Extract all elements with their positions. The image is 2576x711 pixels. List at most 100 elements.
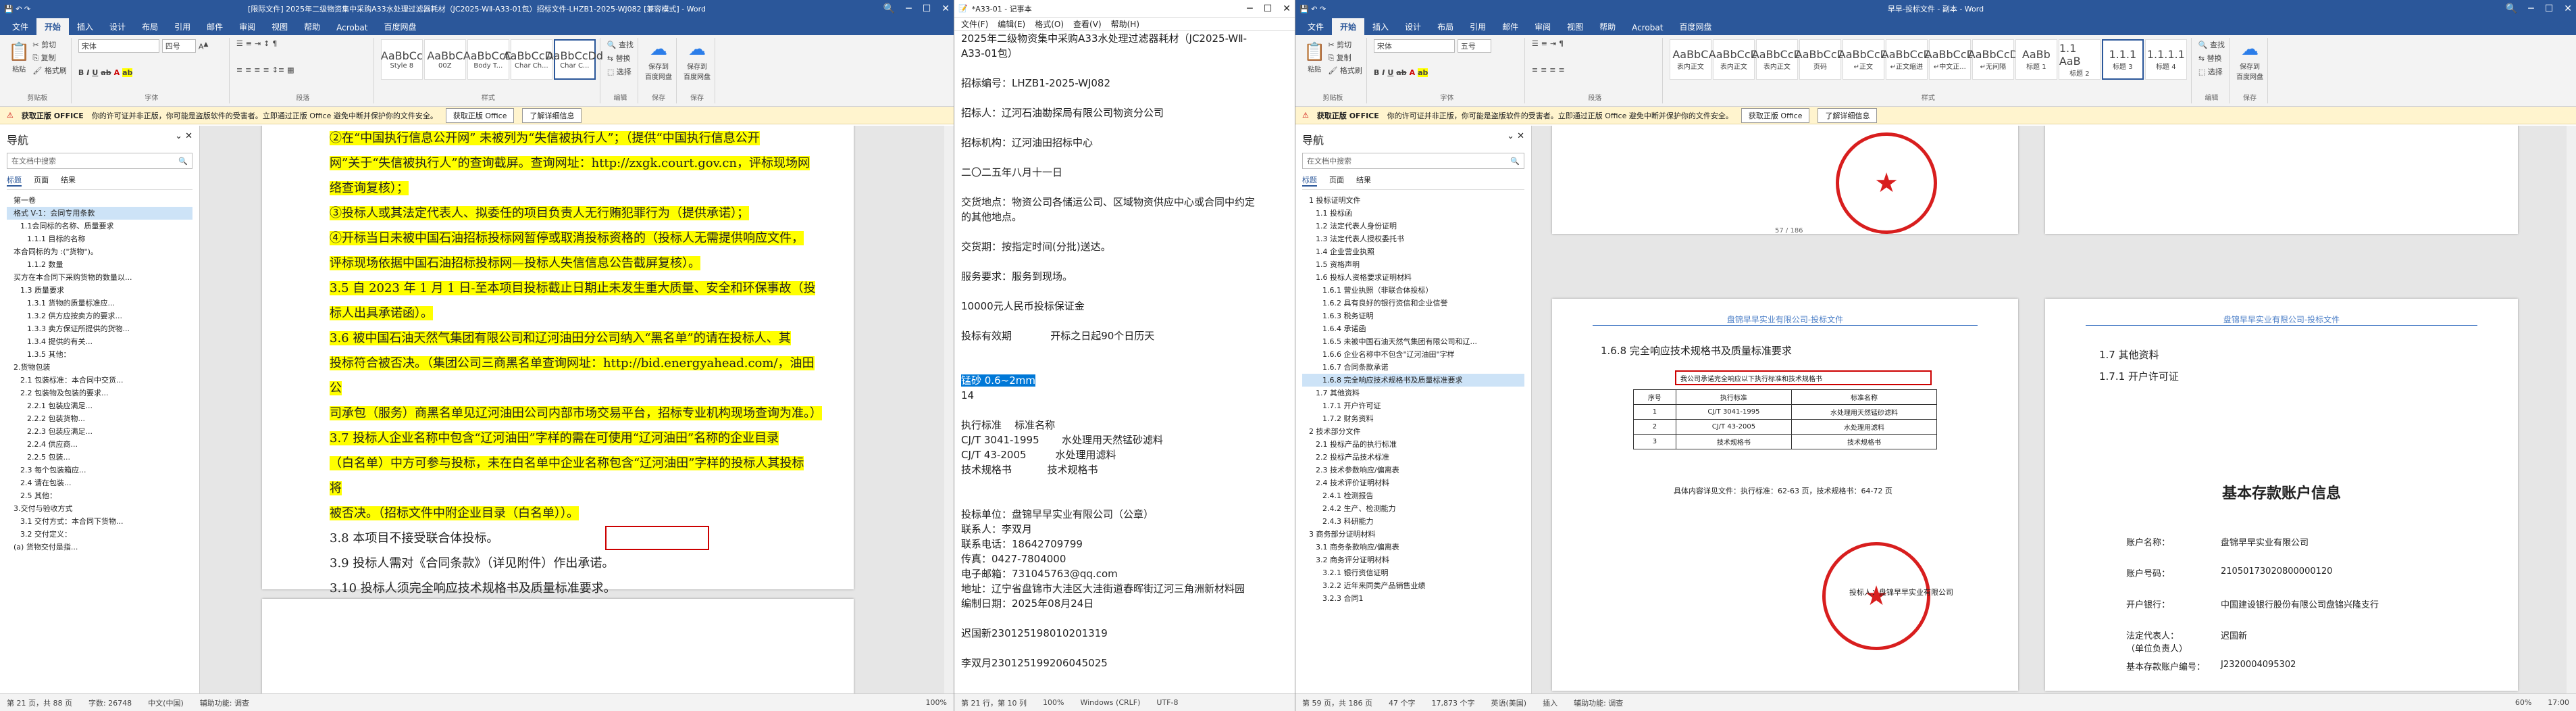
- cut-button[interactable]: ✂ 剪切: [32, 39, 66, 50]
- tab-11[interactable]: 百度网盘: [1671, 18, 1720, 35]
- minimize-icon[interactable]: ─: [2528, 3, 2533, 14]
- tab-2[interactable]: 插入: [1364, 18, 1397, 35]
- nav-item[interactable]: 2.2.1 包装应满足...: [7, 399, 192, 412]
- nav-item[interactable]: (a) 货物交付是指...: [7, 541, 192, 554]
- nav-item[interactable]: 1.3 质量要求: [7, 284, 192, 297]
- tab-9[interactable]: 帮助: [296, 18, 328, 35]
- get-office-button[interactable]: 获取正版 Office: [1741, 107, 1810, 123]
- paste-button[interactable]: 📋 粘贴: [8, 42, 30, 74]
- nav-item[interactable]: 1.6.5 未被中国石油天然气集团有限公司和辽...: [1302, 335, 1524, 348]
- nav-item[interactable]: 1.6.6 企业名称中不包含"辽河油田"字样: [1302, 348, 1524, 361]
- grow-font-icon[interactable]: A▲: [199, 41, 209, 51]
- nav-item[interactable]: 1.6.7 合同条款承诺: [1302, 361, 1524, 374]
- shading-icon[interactable]: ▦: [287, 66, 294, 74]
- minimize-icon[interactable]: ─: [906, 3, 911, 14]
- style-item[interactable]: AaBbCcD ↵无间隔: [1968, 39, 2018, 80]
- nav-item[interactable]: 1.3.1 货物的质量标准应...: [7, 297, 192, 310]
- nav-item[interactable]: 3.2.3 合同1: [1302, 592, 1524, 605]
- autosave-icon[interactable]: 💾 ↶ ↷: [1299, 5, 1326, 14]
- minimize-icon[interactable]: ─: [1247, 3, 1252, 14]
- nav-item[interactable]: 1.6.4 承诺函: [1302, 322, 1524, 335]
- nav-item[interactable]: 1.2 法定代表人身份证明: [1302, 220, 1524, 232]
- menu-item[interactable]: 查看(V): [1073, 18, 1102, 30]
- tab-6[interactable]: 邮件: [199, 18, 231, 35]
- line-spacing-icon[interactable]: ↕≡: [272, 66, 284, 74]
- style-item[interactable]: AaBbCcD 表内正文: [1752, 39, 1802, 80]
- style-item[interactable]: AaBbCcD ↵正文缩进: [1882, 39, 1932, 80]
- nav-item[interactable]: 1.6.1 营业执照（非联合体投标）: [1302, 284, 1524, 297]
- underline-icon[interactable]: U: [92, 68, 98, 77]
- nav-item[interactable]: 3.2 交付定义：: [7, 528, 192, 541]
- nav-item[interactable]: 3.2.2 近年来同类产品销售业绩: [1302, 579, 1524, 592]
- nav-item[interactable]: 格式 V-1：会同专用条款: [7, 207, 192, 220]
- paste-button[interactable]: 📋 粘贴: [1304, 42, 1325, 74]
- learn-more-button[interactable]: 了解详细信息: [522, 107, 582, 123]
- copy-button[interactable]: ⎘ 复制: [32, 52, 66, 63]
- nav-item[interactable]: 2.3 技术参数响应/偏离表: [1302, 464, 1524, 476]
- find-button[interactable]: 🔍 查找: [607, 39, 634, 50]
- tab-0[interactable]: 文件: [1299, 18, 1332, 35]
- nav-item[interactable]: 1.1会同标的名称、质量要求: [7, 220, 192, 232]
- replace-button[interactable]: ⇆ 替换: [2198, 53, 2225, 64]
- nav-item[interactable]: 1.3.4 提供的有关...: [7, 335, 192, 348]
- style-item[interactable]: AaBbC 表内正文: [1669, 39, 1711, 80]
- nav-item[interactable]: 1.6.2 具有良好的银行资信和企业信誉: [1302, 297, 1524, 310]
- format-painter-button[interactable]: 🖌 格式刷: [32, 65, 66, 76]
- strike-icon[interactable]: ab: [1396, 68, 1406, 77]
- nav-item[interactable]: 1.7.2 财务资料: [1302, 412, 1524, 425]
- save-to-netdisk-button[interactable]: ☁ 保存到 百度网盘: [645, 39, 672, 81]
- maximize-icon[interactable]: ☐: [1264, 3, 1272, 14]
- nav-item[interactable]: 2.4.2 生产、检测能力: [1302, 502, 1524, 515]
- bold-icon[interactable]: B: [1374, 68, 1379, 77]
- nav-item[interactable]: 1.6.8 完全响应技术规格书及质量标准要求: [1302, 374, 1524, 387]
- font-color-icon[interactable]: A: [1410, 68, 1416, 77]
- nav-tab-0[interactable]: 标题: [1302, 174, 1317, 187]
- sort-icon[interactable]: ↕: [263, 39, 269, 48]
- nav-tab-0[interactable]: 标题: [7, 174, 22, 187]
- font-size-select[interactable]: 五号: [1457, 39, 1491, 53]
- tab-10[interactable]: Acrobat: [1624, 20, 1671, 35]
- style-item[interactable]: AaBbCcD 表内正文: [1709, 39, 1759, 80]
- nav-item[interactable]: 2.5 其他：: [7, 489, 192, 502]
- indent-icon[interactable]: ⇥: [1550, 39, 1556, 48]
- close-icon[interactable]: ✕: [1283, 3, 1291, 14]
- font-size-select[interactable]: 四号: [161, 39, 196, 53]
- numbering-icon[interactable]: ≡: [1541, 39, 1547, 48]
- nav-item[interactable]: 1.1.1 目标的名称: [7, 232, 192, 245]
- nav-item[interactable]: 2.4 请在包装...: [7, 476, 192, 489]
- nav-item[interactable]: 3.1 交付方式：本合同下货物...: [7, 515, 192, 528]
- copy-button[interactable]: ⎘ 复制: [1328, 52, 1362, 63]
- bullets-icon[interactable]: ☰: [1532, 39, 1539, 48]
- font-color-icon[interactable]: A: [114, 68, 120, 77]
- nav-item[interactable]: 1 投标证明文件: [1302, 194, 1524, 207]
- menu-item[interactable]: 编辑(E): [998, 18, 1025, 30]
- format-painter-button[interactable]: 🖌 格式刷: [1328, 65, 1362, 76]
- autosave-icon[interactable]: 💾 ↶ ↷: [4, 5, 30, 14]
- nav-item[interactable]: 2.4.3 科研能力: [1302, 515, 1524, 528]
- numbering-icon[interactable]: ≡: [246, 39, 252, 48]
- underline-icon[interactable]: U: [1387, 68, 1393, 77]
- document-text[interactable]: ②在“中国执行信息公开网” 未被列为“失信被执行人”；（提供“中国执行信息公开网…: [330, 126, 822, 601]
- justify-icon[interactable]: ≡: [1559, 66, 1565, 74]
- style-item[interactable]: 1.1 AaB 标题 2: [2058, 39, 2101, 80]
- nav-tab-2[interactable]: 结果: [1356, 174, 1371, 187]
- tab-5[interactable]: 引用: [1462, 18, 1494, 35]
- tab-4[interactable]: 布局: [134, 18, 166, 35]
- notepad-text[interactable]: 2025年二级物资集中采购A33水处理过滤器耗材（JC2025-WⅡ- A33-0…: [961, 31, 1288, 670]
- nav-item[interactable]: 1.6.3 税务证明: [1302, 310, 1524, 322]
- font-name-select[interactable]: 宋体: [78, 39, 159, 53]
- highlight-icon[interactable]: ab: [122, 68, 133, 77]
- nav-tab-2[interactable]: 结果: [61, 174, 76, 187]
- menu-item[interactable]: 帮助(H): [1111, 18, 1139, 30]
- tab-8[interactable]: 视图: [263, 18, 296, 35]
- nav-item[interactable]: 1.1 投标函: [1302, 207, 1524, 220]
- menu-item[interactable]: 文件(F): [961, 18, 988, 30]
- align-left-icon[interactable]: ≡: [1532, 66, 1538, 74]
- nav-item[interactable]: 2.2.5 包装...: [7, 451, 192, 464]
- nav-item[interactable]: 3.2.1 银行资信证明: [1302, 566, 1524, 579]
- style-item[interactable]: 1.1.1.1 标题 4: [2144, 39, 2187, 80]
- tab-1[interactable]: 开始: [36, 18, 70, 35]
- nav-search-input[interactable]: 在文档中搜索 🔍: [7, 153, 192, 169]
- nav-item[interactable]: 1.7.1 开户许可证: [1302, 399, 1524, 412]
- select-button[interactable]: ⬚ 选择: [607, 66, 634, 77]
